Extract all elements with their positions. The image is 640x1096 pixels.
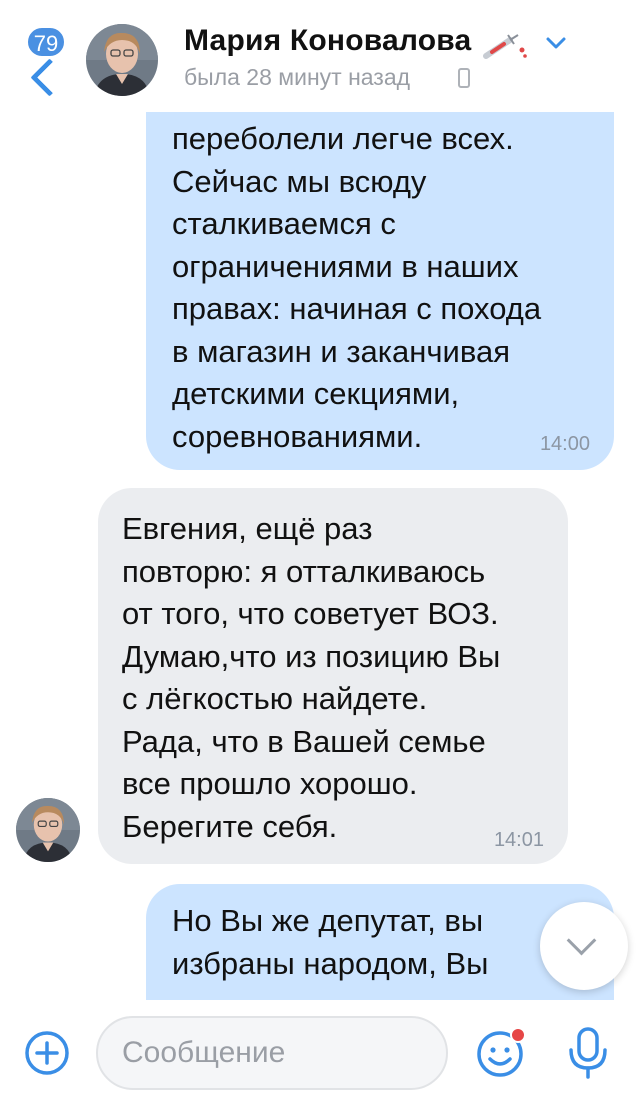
chat-header: 79 Мария Коновалова была 28 минут назад	[0, 0, 640, 112]
chevron-left-icon	[30, 58, 69, 97]
smile-icon[interactable]	[474, 1024, 530, 1080]
syringe-emoji-icon	[483, 34, 527, 59]
message-input[interactable]	[120, 1032, 424, 1074]
incoming-message[interactable]: Евгения, ещё раз повторю: я отталкиваюсь…	[98, 488, 568, 864]
message-composer	[0, 1000, 640, 1096]
scroll-to-bottom-button[interactable]	[540, 902, 628, 990]
unread-count-badge: 79	[26, 26, 66, 58]
contact-avatar[interactable]	[86, 24, 158, 96]
outgoing-message[interactable]: переболели легче всех. Сейчас мы всюду с…	[146, 70, 614, 470]
message-text: Евгения, ещё раз повторю: я отталкиваюсь…	[122, 511, 501, 844]
message-text: Но Вы же депутат, вы избраны народом, Вы	[172, 903, 489, 981]
last-seen-status: была 28 минут назад	[184, 64, 411, 90]
message-text: переболели легче всех. Сейчас мы всюду с…	[172, 121, 542, 454]
contact-name[interactable]: Мария Коновалова	[184, 24, 471, 58]
mobile-phone-icon	[458, 68, 470, 88]
plus-circle-icon[interactable]	[24, 1030, 70, 1076]
microphone-icon[interactable]	[566, 1026, 610, 1080]
message-timestamp: 14:00	[539, 433, 590, 455]
message-timestamp: 14:01	[493, 829, 544, 851]
chevron-down-icon	[566, 925, 597, 956]
sender-avatar[interactable]	[16, 798, 80, 862]
chevron-down-icon[interactable]	[544, 32, 568, 54]
message-input-field[interactable]	[96, 1016, 448, 1090]
